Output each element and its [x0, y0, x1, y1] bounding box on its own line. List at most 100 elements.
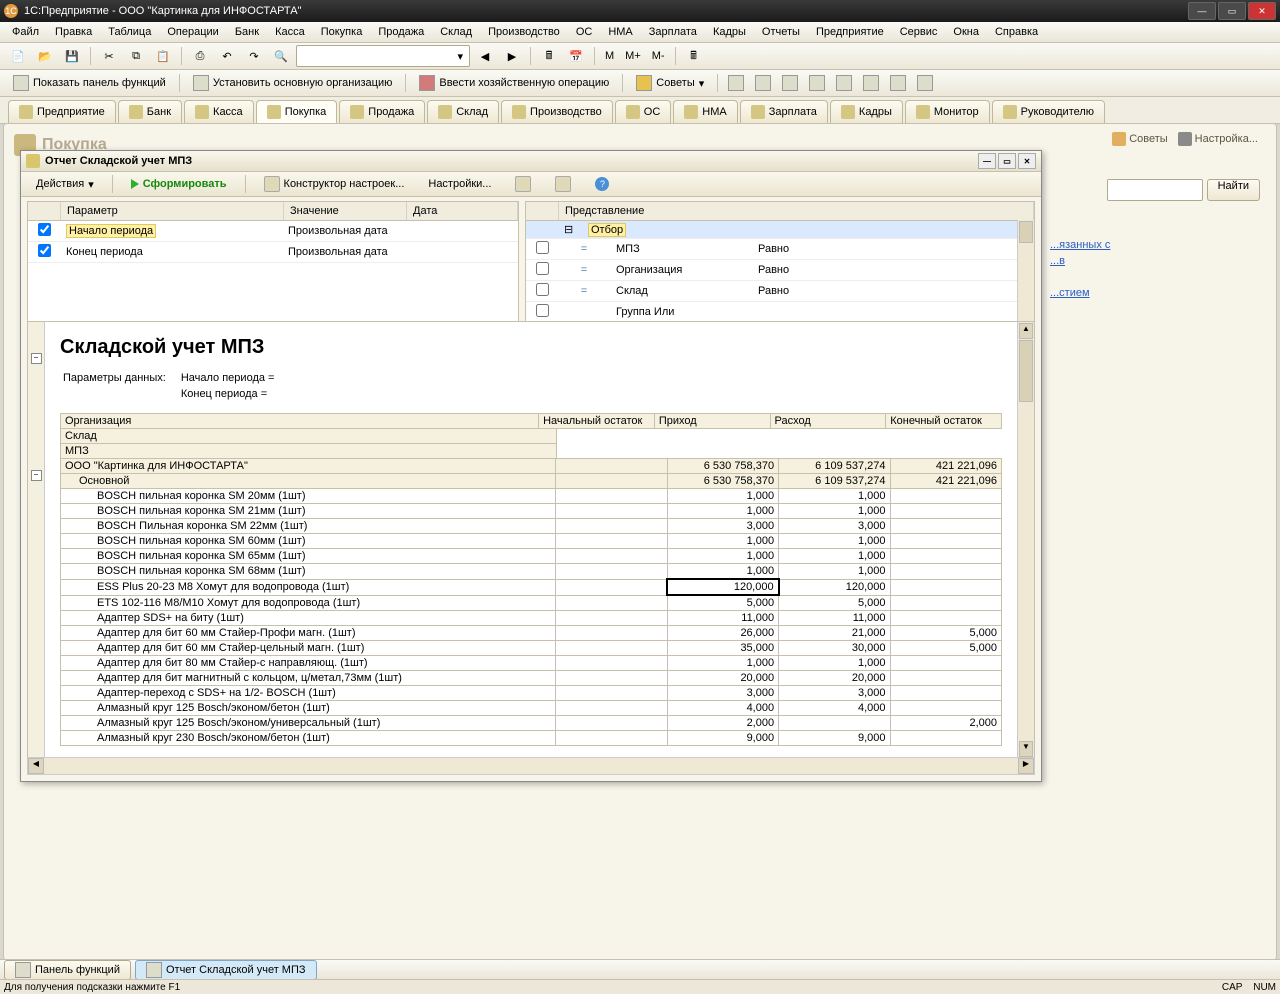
tb-icon-2[interactable]: [751, 72, 775, 94]
tool-icon-1[interactable]: [506, 173, 540, 195]
tb-icon-1[interactable]: [724, 72, 748, 94]
table-row[interactable]: BOSCH пильная коронка SM 20мм (1шт)1,000…: [61, 489, 1002, 504]
hscrollbar[interactable]: ◀ ▶: [27, 757, 1035, 775]
menu-справка[interactable]: Справка: [987, 24, 1046, 40]
tb-icon-8[interactable]: [913, 72, 937, 94]
m-minus-label[interactable]: M-: [648, 50, 669, 62]
side-link[interactable]: ...стием: [1050, 287, 1260, 299]
task-item-panel[interactable]: Панель функций: [4, 960, 131, 980]
help-button[interactable]: ?: [586, 173, 618, 195]
menu-ос[interactable]: ОС: [568, 24, 601, 40]
copy-icon[interactable]: ⧉: [124, 45, 148, 67]
menu-отчеты[interactable]: Отчеты: [754, 24, 808, 40]
save-icon[interactable]: 💾: [60, 45, 84, 67]
table-row[interactable]: ESS Plus 20-23 М8 Хомут для водопровода …: [61, 579, 1002, 595]
tab-руководителю[interactable]: Руководителю: [992, 100, 1105, 123]
table-row[interactable]: BOSCH Пильная коронка SM 22мм (1шт)3,000…: [61, 519, 1002, 534]
menu-кадры[interactable]: Кадры: [705, 24, 754, 40]
tree-toggle[interactable]: −: [31, 353, 42, 364]
menu-касса[interactable]: Касса: [267, 24, 313, 40]
menu-банк[interactable]: Банк: [227, 24, 267, 40]
calc-icon[interactable]: 🖩: [537, 45, 561, 67]
report-titlebar[interactable]: Отчет Складской учет МПЗ — ▭ ✕: [21, 151, 1041, 172]
tool-icon-2[interactable]: [546, 173, 580, 195]
set-main-org[interactable]: Установить основную организацию: [186, 72, 400, 94]
redo-icon[interactable]: ↷: [242, 45, 266, 67]
hist-fwd-icon[interactable]: ▶: [500, 45, 524, 67]
tree-toggle[interactable]: −: [31, 470, 42, 481]
filter-checkbox[interactable]: [536, 262, 549, 275]
menu-сервис[interactable]: Сервис: [892, 24, 946, 40]
paste-icon[interactable]: 📋: [151, 45, 175, 67]
settings-link[interactable]: Настройка...: [1178, 132, 1258, 146]
menu-нма[interactable]: НМА: [600, 24, 640, 40]
find-icon[interactable]: 🔍: [269, 45, 293, 67]
filter-row[interactable]: =ОрганизацияРавно: [526, 260, 1034, 281]
filter-row[interactable]: =МПЗРавно: [526, 239, 1034, 260]
table-row[interactable]: Адаптер для бит 80 мм Стайер-с направляю…: [61, 656, 1002, 671]
task-item-report[interactable]: Отчет Складской учет МПЗ: [135, 960, 317, 980]
param-row[interactable]: Конец периодаПроизвольная дата: [28, 242, 518, 263]
menu-склад[interactable]: Склад: [432, 24, 480, 40]
table-row[interactable]: BOSCH пильная коронка SM 68мм (1шт)1,000…: [61, 564, 1002, 580]
table-row[interactable]: Адаптер для бит 60 мм Стайер-Профи магн.…: [61, 626, 1002, 641]
table-row[interactable]: Адаптер для бит магнитный с кольцом, ц/м…: [61, 671, 1002, 686]
filter-checkbox[interactable]: [536, 241, 549, 254]
open-icon[interactable]: 📂: [33, 45, 57, 67]
menu-зарплата[interactable]: Зарплата: [641, 24, 705, 40]
settings-button[interactable]: Настройки...: [419, 173, 500, 195]
menu-операции[interactable]: Операции: [159, 24, 226, 40]
param-checkbox[interactable]: [38, 244, 51, 257]
enter-operation[interactable]: Ввести хозяйственную операцию: [412, 72, 616, 94]
advices-link[interactable]: Советы: [1112, 132, 1167, 146]
menu-окна[interactable]: Окна: [945, 24, 987, 40]
close-button[interactable]: ✕: [1248, 2, 1276, 20]
filter-checkbox[interactable]: [536, 304, 549, 317]
constructor-button[interactable]: Конструктор настроек...: [255, 173, 414, 195]
menu-производство[interactable]: Производство: [480, 24, 568, 40]
calc2-icon[interactable]: 🖩: [682, 45, 706, 67]
tab-банк[interactable]: Банк: [118, 100, 182, 123]
tab-склад[interactable]: Склад: [427, 100, 499, 123]
tab-покупка[interactable]: Покупка: [256, 100, 338, 123]
filter-scrollbar[interactable]: [1017, 220, 1034, 323]
params-table[interactable]: Параметр Значение Дата Начало периодаПро…: [27, 201, 519, 324]
m-label[interactable]: M: [601, 50, 618, 62]
report-max-button[interactable]: ▭: [998, 153, 1016, 169]
table-row[interactable]: ООО "Картинка для ИНФОСТАРТА"6 530 758,3…: [61, 459, 1002, 474]
table-row[interactable]: Адаптер для бит 60 мм Стайер-цельный маг…: [61, 641, 1002, 656]
tab-продажа[interactable]: Продажа: [339, 100, 425, 123]
maximize-button[interactable]: ▭: [1218, 2, 1246, 20]
menu-продажа[interactable]: Продажа: [370, 24, 432, 40]
side-link[interactable]: ...язанных с: [1050, 239, 1260, 251]
tab-кадры[interactable]: Кадры: [830, 100, 903, 123]
table-row[interactable]: Алмазный круг 125 Bosch/эконом/универсал…: [61, 716, 1002, 731]
outline-tree[interactable]: − −: [28, 322, 45, 758]
vscrollbar[interactable]: ▲ ▼: [1017, 322, 1034, 758]
tab-ос[interactable]: ОС: [615, 100, 672, 123]
show-functions-panel[interactable]: Показать панель функций: [6, 72, 173, 94]
report-min-button[interactable]: —: [978, 153, 996, 169]
menu-таблица[interactable]: Таблица: [100, 24, 159, 40]
search-combo[interactable]: ▾: [296, 45, 470, 67]
tab-предприятие[interactable]: Предприятие: [8, 100, 116, 123]
filter-root[interactable]: Отбор: [588, 223, 626, 237]
advices-button[interactable]: Советы ▾: [629, 72, 711, 94]
tab-касса[interactable]: Касса: [184, 100, 254, 123]
new-icon[interactable]: 📄: [6, 45, 30, 67]
m-plus-label[interactable]: M+: [621, 50, 645, 62]
menu-предприятие[interactable]: Предприятие: [808, 24, 892, 40]
table-row[interactable]: Адаптер-переход с SDS+ на 1/2- BOSCH (1ш…: [61, 686, 1002, 701]
tb-icon-6[interactable]: [859, 72, 883, 94]
minimize-button[interactable]: —: [1188, 2, 1216, 20]
table-row[interactable]: Адаптер SDS+ на биту (1шт)11,00011,000: [61, 611, 1002, 626]
report-close-button[interactable]: ✕: [1018, 153, 1036, 169]
hist-back-icon[interactable]: ◀: [473, 45, 497, 67]
side-link[interactable]: ...в: [1050, 255, 1260, 267]
param-row[interactable]: Начало периодаПроизвольная дата: [28, 221, 518, 242]
tb-icon-3[interactable]: [778, 72, 802, 94]
tab-производство[interactable]: Производство: [501, 100, 613, 123]
table-row[interactable]: Алмазный круг 230 Bosch/эконом/бетон (1ш…: [61, 731, 1002, 746]
table-row[interactable]: Алмазный круг 125 Bosch/эконом/бетон (1ш…: [61, 701, 1002, 716]
param-checkbox[interactable]: [38, 223, 51, 236]
